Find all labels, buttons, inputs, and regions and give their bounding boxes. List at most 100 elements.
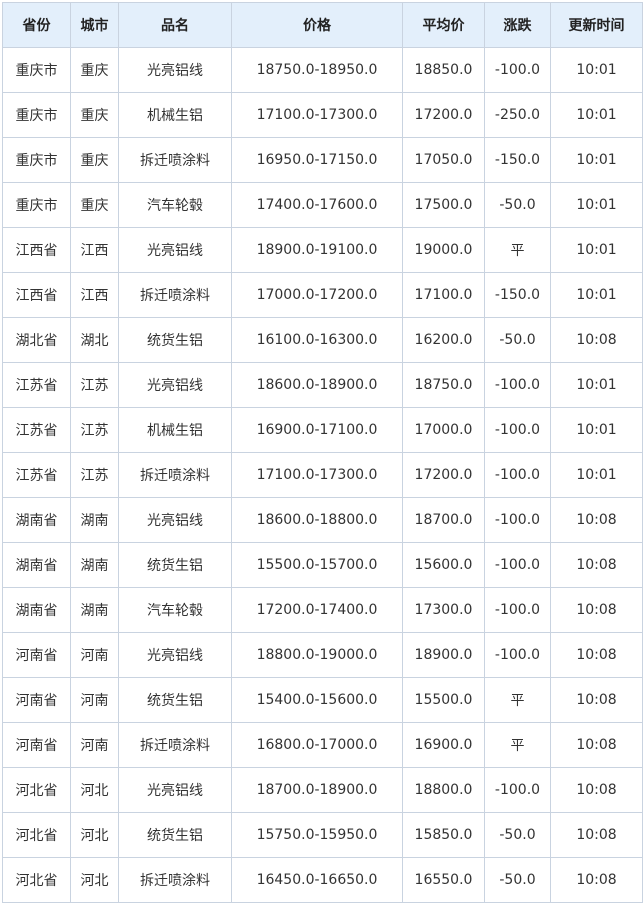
cell-product: 光亮铝线	[118, 47, 232, 93]
cell-province: 湖北省	[2, 317, 71, 363]
cell-price-range: 18750.0-18950.0	[231, 47, 403, 93]
cell-update-time: 10:01	[550, 92, 643, 138]
cell-change: -50.0	[484, 812, 551, 858]
cell-average-price: 16200.0	[402, 317, 485, 363]
cell-update-time: 10:08	[550, 812, 643, 858]
cell-product: 光亮铝线	[118, 362, 232, 408]
cell-province: 湖南省	[2, 542, 71, 588]
header-province: 省份	[2, 2, 71, 48]
cell-change: -100.0	[484, 407, 551, 453]
cell-price-range: 16800.0-17000.0	[231, 722, 403, 768]
cell-average-price: 18900.0	[402, 632, 485, 678]
cell-city: 重庆	[70, 182, 119, 228]
cell-price-range: 17100.0-17300.0	[231, 92, 403, 138]
cell-change: -50.0	[484, 317, 551, 363]
cell-product: 统货生铝	[118, 677, 232, 723]
cell-province: 湖南省	[2, 587, 71, 633]
cell-product: 机械生铝	[118, 92, 232, 138]
cell-city: 湖北	[70, 317, 119, 363]
table-row: 河北省 河北 拆迁喷涂料 16450.0-16650.0 16550.0 -50.0 10:…	[2, 857, 643, 903]
cell-product: 光亮铝线	[118, 767, 232, 813]
cell-update-time: 10:01	[550, 137, 643, 183]
cell-price-range: 18700.0-18900.0	[231, 767, 403, 813]
table-row: 湖南省 湖南 统货生铝 15500.0-15700.0 15600.0 -100.0 10:…	[2, 542, 643, 588]
cell-update-time: 10:08	[550, 857, 643, 903]
table-row: 河北省 河北 统货生铝 15750.0-15950.0 15850.0 -50.0 10:0…	[2, 812, 643, 858]
cell-average-price: 17300.0	[402, 587, 485, 633]
cell-change: -150.0	[484, 137, 551, 183]
cell-change: 平	[484, 227, 551, 273]
table-row: 江苏省 江苏 光亮铝线 18600.0-18900.0 18750.0 -100.0 10:…	[2, 362, 643, 408]
cell-product: 拆迁喷涂料	[118, 857, 232, 903]
cell-city: 河南	[70, 632, 119, 678]
cell-change: -100.0	[484, 497, 551, 543]
cell-city: 江苏	[70, 452, 119, 498]
cell-province: 重庆市	[2, 182, 71, 228]
table-row: 河南省 河南 光亮铝线 18800.0-19000.0 18900.0 -100.0 10:…	[2, 632, 643, 678]
cell-product: 光亮铝线	[118, 497, 232, 543]
header-average-price: 平均价	[402, 2, 485, 48]
cell-province: 湖南省	[2, 497, 71, 543]
cell-update-time: 10:08	[550, 722, 643, 768]
cell-city: 河北	[70, 857, 119, 903]
table-row: 河南省 河南 统货生铝 15400.0-15600.0 15500.0 平 10:08	[2, 677, 643, 723]
header-update-time: 更新时间	[550, 2, 643, 48]
cell-price-range: 17400.0-17600.0	[231, 182, 403, 228]
cell-product: 汽车轮毂	[118, 182, 232, 228]
cell-change: -50.0	[484, 857, 551, 903]
cell-product: 统货生铝	[118, 812, 232, 858]
cell-province: 江苏省	[2, 362, 71, 408]
cell-update-time: 10:08	[550, 542, 643, 588]
header-price: 价格	[231, 2, 403, 48]
cell-change: -50.0	[484, 182, 551, 228]
cell-city: 江西	[70, 272, 119, 318]
cell-price-range: 18600.0-18800.0	[231, 497, 403, 543]
header-change: 涨跌	[484, 2, 551, 48]
cell-province: 江苏省	[2, 452, 71, 498]
cell-average-price: 17200.0	[402, 452, 485, 498]
cell-province: 重庆市	[2, 47, 71, 93]
cell-city: 河北	[70, 767, 119, 813]
table-row: 河南省 河南 拆迁喷涂料 16800.0-17000.0 16900.0 平 10:08	[2, 722, 643, 768]
cell-average-price: 19000.0	[402, 227, 485, 273]
table-row: 重庆市 重庆 机械生铝 17100.0-17300.0 17200.0 -250.0 10:…	[2, 92, 643, 138]
table-row: 江西省 江西 光亮铝线 18900.0-19100.0 19000.0 平 10:01	[2, 227, 643, 273]
header-row: 省份 城市 品名 价格 平均价 涨跌 更新时间	[2, 2, 643, 48]
cell-product: 拆迁喷涂料	[118, 452, 232, 498]
cell-average-price: 16900.0	[402, 722, 485, 768]
cell-average-price: 17100.0	[402, 272, 485, 318]
cell-update-time: 10:01	[550, 362, 643, 408]
cell-change: 平	[484, 677, 551, 723]
cell-price-range: 18600.0-18900.0	[231, 362, 403, 408]
cell-city: 重庆	[70, 47, 119, 93]
table-row: 湖北省 湖北 统货生铝 16100.0-16300.0 16200.0 -50.0 10:0…	[2, 317, 643, 363]
cell-province: 重庆市	[2, 92, 71, 138]
cell-update-time: 10:01	[550, 47, 643, 93]
cell-city: 河南	[70, 677, 119, 723]
cell-change: -100.0	[484, 767, 551, 813]
price-table: 省份 城市 品名 价格 平均价 涨跌 更新时间 重庆市 重庆 光亮铝线 18750.0…	[2, 2, 643, 903]
cell-price-range: 17200.0-17400.0	[231, 587, 403, 633]
table-body: 重庆市 重庆 光亮铝线 18750.0-18950.0 18850.0 -100.0 10:…	[2, 47, 643, 903]
cell-price-range: 15750.0-15950.0	[231, 812, 403, 858]
table-row: 江西省 江西 拆迁喷涂料 17000.0-17200.0 17100.0 -150.0 10…	[2, 272, 643, 318]
cell-province: 江西省	[2, 272, 71, 318]
cell-update-time: 10:01	[550, 407, 643, 453]
cell-change: -100.0	[484, 542, 551, 588]
table-row: 重庆市 重庆 光亮铝线 18750.0-18950.0 18850.0 -100.0 10:…	[2, 47, 643, 93]
cell-change: -100.0	[484, 362, 551, 408]
cell-price-range: 16100.0-16300.0	[231, 317, 403, 363]
cell-price-range: 18900.0-19100.0	[231, 227, 403, 273]
cell-price-range: 16950.0-17150.0	[231, 137, 403, 183]
cell-product: 光亮铝线	[118, 227, 232, 273]
cell-average-price: 15500.0	[402, 677, 485, 723]
cell-average-price: 18850.0	[402, 47, 485, 93]
cell-city: 江苏	[70, 407, 119, 453]
cell-province: 江苏省	[2, 407, 71, 453]
cell-price-range: 18800.0-19000.0	[231, 632, 403, 678]
cell-update-time: 10:08	[550, 317, 643, 363]
cell-average-price: 15600.0	[402, 542, 485, 588]
cell-update-time: 10:08	[550, 677, 643, 723]
cell-price-range: 16900.0-17100.0	[231, 407, 403, 453]
cell-average-price: 15850.0	[402, 812, 485, 858]
